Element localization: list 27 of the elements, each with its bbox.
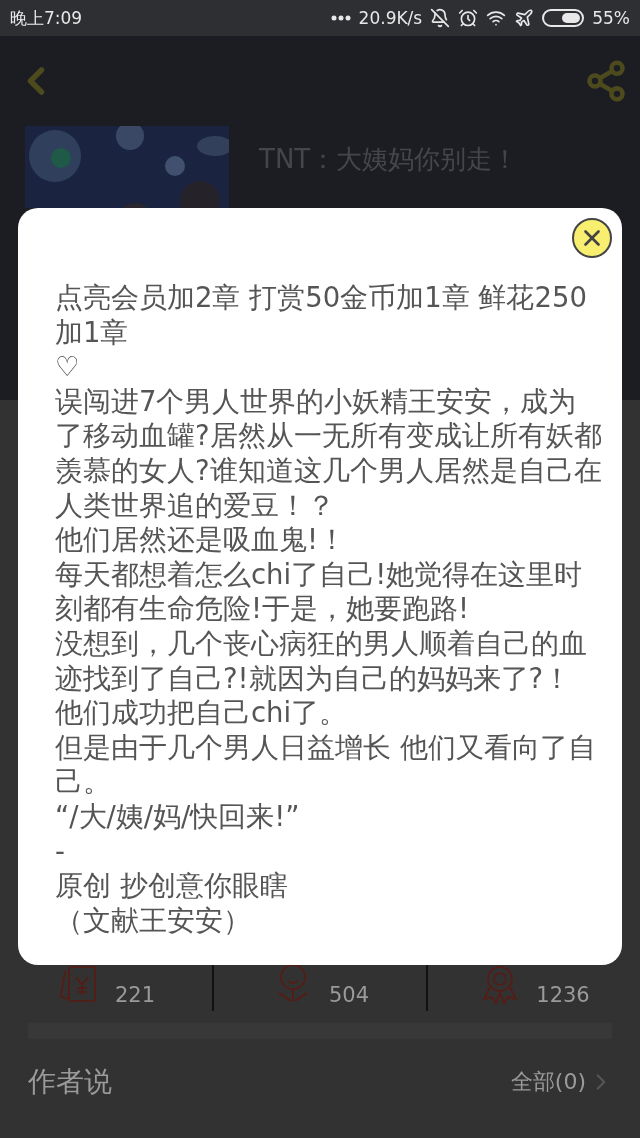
dialog-text: 他们成功把自己chi了。 [55,695,349,730]
share-icon[interactable] [584,59,628,103]
mute-icon [430,8,451,28]
dialog-text: 他们居然还是吸血鬼!！ [55,522,348,557]
airplane-icon [514,8,535,28]
dialog-text: （文献王安安） [55,902,252,938]
battery-percent: 55% [592,8,630,28]
dialog-text: 点亮会员加2章 打赏50金币加1章 鲜花250加1章 [55,280,588,350]
dialog-text: 没想到，几个丧心病狂的男人顺着自己的血迹找到了自己?!就因为自己的妈妈来了?！ [55,625,588,696]
section-title: 作者说 [28,1064,112,1100]
status-time: 晚上7:09 [10,6,83,30]
network-speed: 20.9K/s [358,8,423,28]
battery-icon [542,9,585,27]
dialog-text: 每天都想着怎么chi了自己!她觉得在这里时刻都有生命危险!于是，她要跑路! [55,556,584,626]
dialog-text: 原创 抄创意你眼瞎 [55,868,289,903]
wifi-icon [486,8,507,28]
alarm-icon [458,8,479,28]
more-icon [330,15,351,21]
stat-count: 221 [114,983,156,1009]
dialog-text: “/大/姨/妈/快回来!” [55,798,301,834]
dialog-text: ♡ [55,349,81,384]
stat-count: 1236 [536,983,590,1009]
all-link[interactable]: 全部(0) [510,1067,614,1097]
dialog-text: - [55,833,66,869]
dialog-text: 但是由于几个男人日益增长 他们又看向了自己。 [55,729,597,799]
stat-count: 504 [328,983,370,1009]
dialog-text: 误闯进7个男人世界的小妖精王安安，成为了移动血罐?居然从一无所有变成让所有妖都羡慕的女人?谁知道这几个男人居然是自己在人类世界追的爱豆！？ [55,383,602,523]
